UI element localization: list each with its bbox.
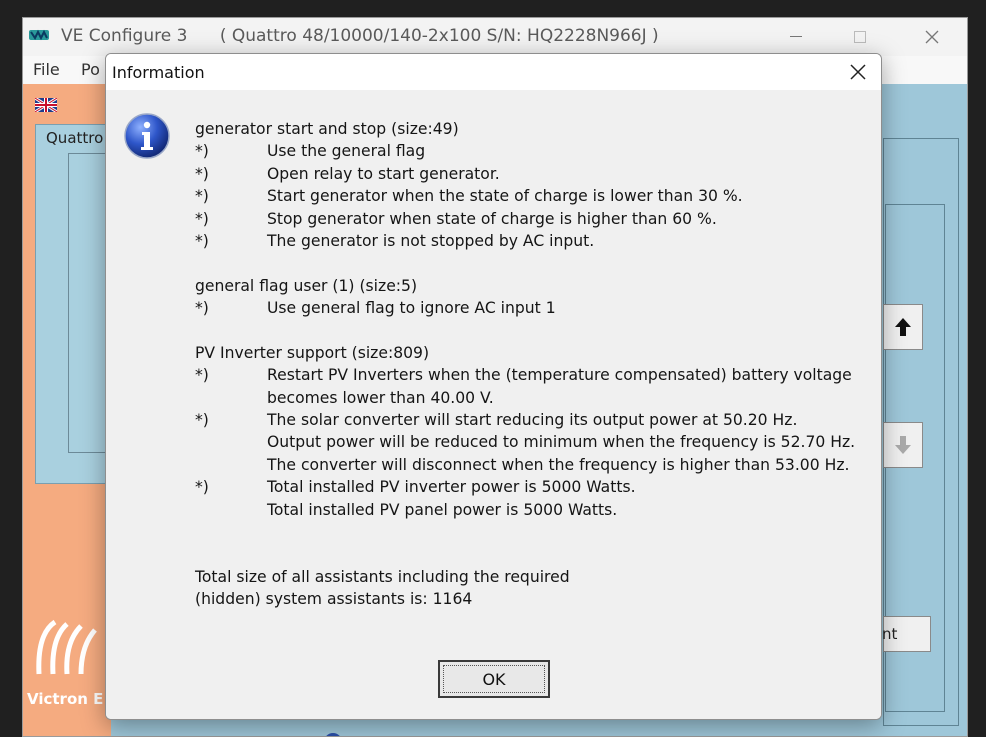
total-size-line: Total size of all assistants including t… xyxy=(195,567,570,586)
list-item: becomes lower than 40.00 V. xyxy=(267,388,494,407)
list-item: *) Start generator when the state of char… xyxy=(195,187,743,206)
left-panel: Quattro Victron E xyxy=(23,84,112,736)
maximize-icon xyxy=(854,31,866,43)
brand-text: Victron E xyxy=(27,690,104,708)
close-icon xyxy=(850,64,866,80)
dialog-titlebar: Information xyxy=(106,54,881,90)
menu-port[interactable]: Po xyxy=(81,60,100,79)
list-item: Output power will be reduced to minimum … xyxy=(267,433,856,452)
dialog-title: Information xyxy=(112,63,205,82)
info-small-icon xyxy=(326,733,340,736)
total-size-line: (hidden) system assistants is: 1164 xyxy=(195,590,473,609)
list-item: *) Total installed PV inverter power is 5… xyxy=(195,478,636,497)
device-panel: Quattro xyxy=(35,124,112,484)
list-item: *) Open relay to start generator. xyxy=(195,164,500,183)
information-icon xyxy=(124,113,170,159)
list-item: *) Restart PV Inverters when the (tempera… xyxy=(195,366,852,385)
list-item: *) The generator is not stopped by AC inp… xyxy=(195,231,595,250)
list-item: *) Use the general flag xyxy=(195,142,426,161)
assistant-info-text: generator start and stop (size:49) *) Use… xyxy=(195,118,875,611)
information-dialog: Information generator start and stop (si… xyxy=(105,53,882,720)
section-heading: generator start and stop (size:49) xyxy=(195,120,459,138)
list-item: *) Stop generator when state of charge is… xyxy=(195,209,717,228)
victron-app-icon xyxy=(29,29,49,41)
list-item: *) Use general flag to ignore AC input 1 xyxy=(195,299,556,318)
ok-button[interactable]: OK xyxy=(438,660,550,698)
menu-file[interactable]: File xyxy=(33,60,60,79)
device-label: Quattro xyxy=(46,129,104,147)
move-down-button[interactable] xyxy=(883,422,923,468)
dialog-close-button[interactable] xyxy=(840,56,876,88)
dialog-body: generator start and stop (size:49) *) Use… xyxy=(106,90,881,719)
close-window-button[interactable] xyxy=(909,18,955,56)
minimize-icon xyxy=(790,36,802,37)
window-title: VE Configure 3 ( Quattro 48/10000/140-2x… xyxy=(61,26,659,46)
move-up-button[interactable] xyxy=(883,304,923,350)
close-icon xyxy=(925,30,939,44)
list-item: The converter will disconnect when the f… xyxy=(267,455,850,474)
arrow-up-icon xyxy=(895,318,911,336)
victron-logo-icon xyxy=(36,619,97,675)
main-titlebar: VE Configure 3 ( Quattro 48/10000/140-2x… xyxy=(23,18,967,56)
arrow-down-icon xyxy=(895,436,911,454)
list-item: *) The solar converter will start reducin… xyxy=(195,411,798,430)
section-heading: general flag user (1) (size:5) xyxy=(195,276,418,295)
section-heading: PV Inverter support (size:809) xyxy=(195,343,430,362)
minimize-button[interactable] xyxy=(773,18,819,56)
maximize-button[interactable] xyxy=(837,18,883,56)
behind-dialog-button[interactable]: nt xyxy=(882,616,931,652)
uk-flag-icon[interactable] xyxy=(35,98,57,112)
focus-outline xyxy=(443,665,545,693)
list-item: Total installed PV panel power is 5000 W… xyxy=(267,500,618,519)
